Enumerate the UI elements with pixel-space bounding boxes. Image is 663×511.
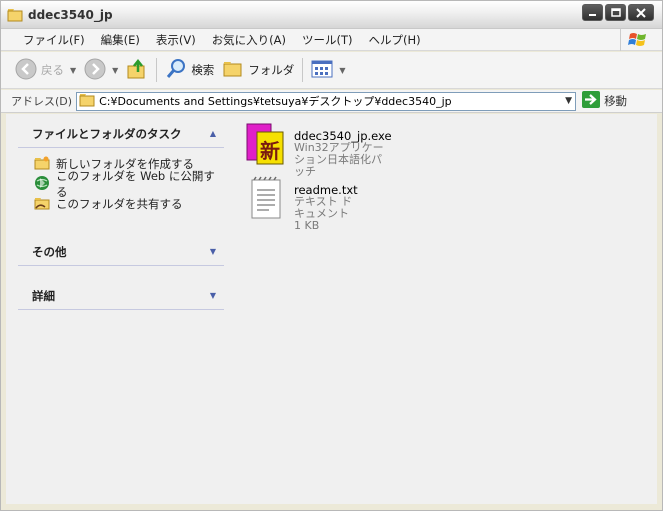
go-arrow-icon: [582, 91, 601, 111]
menu-file[interactable]: ファイル(F): [15, 32, 93, 48]
back-button[interactable]: 戻る ▼: [15, 58, 76, 83]
explorer-window: ddec3540_jp ファイル(F) 編集(E) 表示(V) お気に入り(A)…: [0, 0, 663, 511]
installer-exe-icon: 新: [244, 122, 288, 171]
file-size: 1 KB: [294, 219, 320, 232]
close-button[interactable]: [628, 4, 654, 21]
chevron-down-icon[interactable]: ▼: [70, 66, 76, 75]
address-path: C:¥Documents and Settings¥tetsuya¥デスクトップ…: [99, 95, 452, 108]
menu-tools[interactable]: ツール(T): [294, 32, 361, 48]
address-bar: アドレス(D) C:¥Documents and Settings¥tetsuy…: [1, 90, 662, 113]
folders-label: フォルダ: [248, 63, 295, 77]
file-type: Win32アプリケーション日本語化パッチ: [294, 141, 384, 178]
view-grid-icon: [311, 59, 333, 82]
folder-icon: [7, 8, 23, 25]
title-bar[interactable]: ddec3540_jp: [1, 1, 662, 29]
other-places-panel: その他 ▼: [18, 238, 224, 266]
shared-folder-icon: [34, 196, 50, 213]
toolbar-separator: [156, 58, 158, 82]
folders-button[interactable]: フォルダ: [222, 58, 294, 83]
tasks-panel-title: ファイルとフォルダのタスク: [32, 126, 182, 141]
folder-icon: [79, 93, 95, 110]
file-item[interactable]: 新 ddec3540_jp.exe Win32アプリケーション日本語化パッチ: [244, 122, 392, 178]
chevron-down-icon[interactable]: ▼: [210, 247, 216, 256]
search-icon: [165, 58, 187, 83]
forward-button[interactable]: ▼: [84, 58, 118, 83]
search-label: 検索: [191, 63, 215, 77]
windows-logo-icon: [620, 29, 654, 51]
task-pane: ファイルとフォルダのタスク ▲ 新しいフォルダを作成する このフォルダを Web…: [18, 120, 224, 326]
maximize-button[interactable]: [605, 4, 626, 21]
chevron-down-icon[interactable]: ▼: [565, 96, 572, 106]
globe-icon: [34, 175, 50, 194]
forward-arrow-icon: [84, 58, 106, 83]
search-button[interactable]: 検索: [165, 58, 214, 83]
back-label: 戻る: [41, 63, 64, 77]
tasks-panel-header[interactable]: ファイルとフォルダのタスク ▲: [18, 120, 224, 148]
chevron-down-icon[interactable]: ▼: [112, 66, 118, 75]
go-button[interactable]: 移動: [582, 91, 627, 111]
other-panel-title: その他: [32, 244, 67, 259]
address-label: アドレス(D): [11, 95, 73, 108]
menu-bar: ファイル(F) 編集(E) 表示(V) お気に入り(A) ツール(T) ヘルプ(…: [1, 29, 662, 51]
svg-text:新: 新: [260, 139, 280, 163]
content-area: ファイルとフォルダのタスク ▲ 新しいフォルダを作成する このフォルダを Web…: [6, 114, 657, 504]
tasks-panel: ファイルとフォルダのタスク ▲ 新しいフォルダを作成する このフォルダを Web…: [18, 120, 224, 222]
menu-view[interactable]: 表示(V): [148, 32, 204, 48]
menu-help[interactable]: ヘルプ(H): [361, 32, 429, 48]
chevron-down-icon[interactable]: ▼: [210, 291, 216, 300]
menu-favorites[interactable]: お気に入り(A): [204, 32, 294, 48]
task-publish-web[interactable]: このフォルダを Web に公開する: [34, 169, 224, 199]
address-input[interactable]: C:¥Documents and Settings¥tetsuya¥デスクトップ…: [76, 91, 577, 111]
chevron-down-icon[interactable]: ▼: [339, 66, 345, 75]
details-panel-title: 詳細: [32, 288, 55, 303]
file-item[interactable]: readme.txt テキスト ドキュメント 1 KB: [244, 176, 358, 232]
menu-edit[interactable]: 編集(E): [93, 32, 148, 48]
toolbar: 戻る ▼ ▼ 検索 フォルダ ▼: [1, 52, 662, 89]
back-arrow-icon: [15, 58, 37, 83]
details-panel-header[interactable]: 詳細 ▼: [18, 282, 224, 310]
up-folder-icon: [126, 58, 148, 83]
details-panel: 詳細 ▼: [18, 282, 224, 310]
views-button[interactable]: ▼: [311, 59, 345, 82]
task-label: このフォルダを共有する: [56, 197, 183, 211]
chevron-up-icon[interactable]: ▲: [210, 129, 216, 138]
up-folder-button[interactable]: [126, 58, 148, 83]
other-panel-header[interactable]: その他 ▼: [18, 238, 224, 266]
window-title: ddec3540_jp: [28, 8, 113, 22]
go-label: 移動: [604, 94, 628, 108]
new-folder-icon: [34, 156, 50, 173]
text-document-icon: [244, 176, 288, 225]
file-type: テキスト ドキュメント: [294, 195, 353, 220]
toolbar-separator: [302, 58, 304, 82]
minimize-button[interactable]: [582, 4, 603, 21]
folders-icon: [222, 58, 244, 83]
